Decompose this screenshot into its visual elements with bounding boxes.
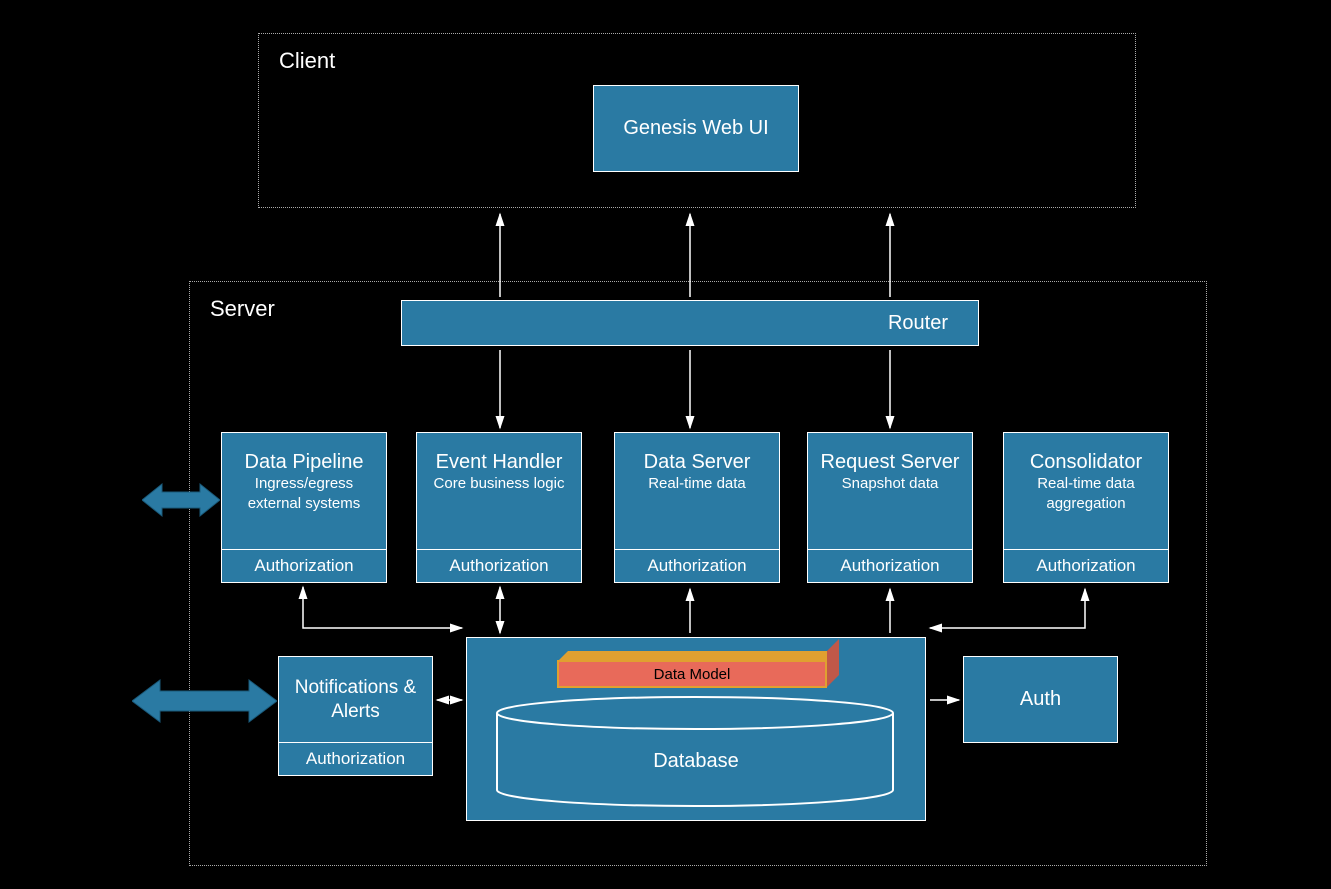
notifications-title: Notifications & Alerts [279,676,432,724]
request-server-box: Request Server Snapshot data [807,432,973,550]
notifications-auth: Authorization [278,742,433,776]
consolidator-box: Consolidator Real-time data aggregation [1003,432,1169,550]
data-model-label: Data Model [654,666,731,683]
event-handler-sub: Core business logic [429,474,569,494]
event-handler-title: Event Handler [436,451,563,474]
data-pipeline-sub: Ingress/egress external systems [234,474,374,513]
consolidator-auth: Authorization [1003,549,1169,583]
request-server-title: Request Server [821,451,960,474]
server-label: Server [210,296,275,322]
consolidator-title: Consolidator [1030,451,1142,474]
request-server-auth: Authorization [807,549,973,583]
event-handler-auth: Authorization [416,549,582,583]
external-arrow-notifications-icon [132,674,277,728]
data-pipeline-box: Data Pipeline Ingress/egress external sy… [221,432,387,550]
data-server-auth: Authorization [614,549,780,583]
notifications-box: Notifications & Alerts [278,656,433,743]
data-server-sub: Real-time data [627,474,767,494]
genesis-web-ui-box: Genesis Web UI [593,85,799,172]
genesis-web-ui-label: Genesis Web UI [623,117,768,140]
data-pipeline-auth: Authorization [221,549,387,583]
event-handler-box: Event Handler Core business logic [416,432,582,550]
client-label: Client [279,48,335,74]
auth-box: Auth [963,656,1118,743]
router-box: Router [401,300,979,346]
consolidator-sub: Real-time data aggregation [1016,474,1156,513]
request-server-sub: Snapshot data [820,474,960,494]
router-label: Router [888,312,948,335]
auth-label: Auth [1020,688,1061,711]
external-arrow-pipeline-icon [142,478,220,522]
data-server-title: Data Server [644,451,751,474]
data-server-box: Data Server Real-time data [614,432,780,550]
data-model-bar: Data Model [557,660,827,688]
data-pipeline-title: Data Pipeline [245,451,364,474]
database-label: Database [466,750,926,773]
